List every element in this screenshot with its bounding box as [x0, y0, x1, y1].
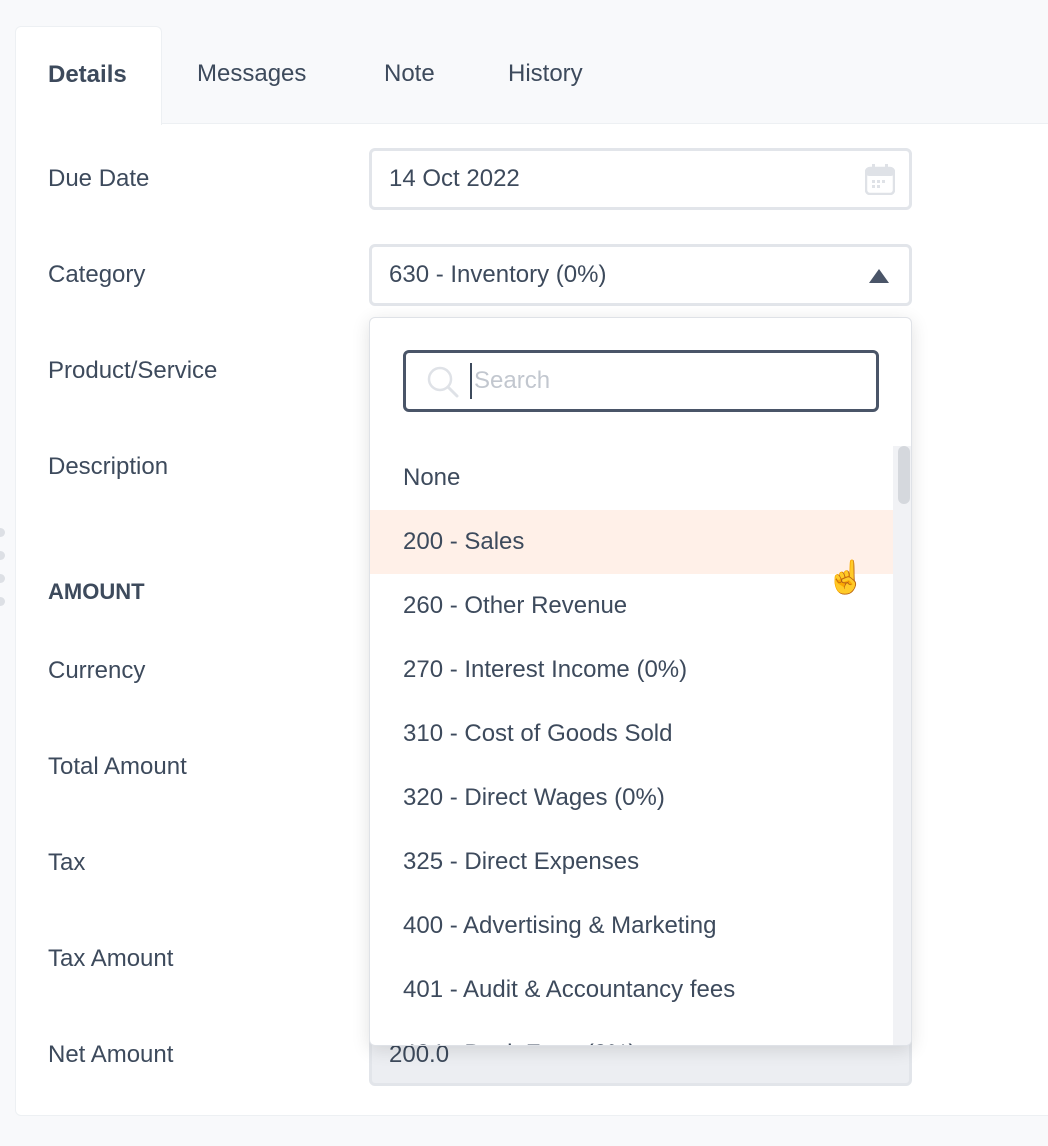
category-label: Category [48, 261, 146, 288]
options-list: None 200 - Sales 260 - Other Revenue 270… [370, 446, 894, 1045]
search-box[interactable] [403, 350, 879, 412]
total-amount-label: Total Amount [48, 753, 187, 780]
category-dropdown: None 200 - Sales 260 - Other Revenue 270… [369, 317, 912, 1046]
tab-bar: Details Messages Note History [15, 26, 1048, 125]
tab-note[interactable]: Note [384, 26, 435, 124]
category-value: 630 - Inventory (0%) [389, 261, 607, 288]
caret-up-icon [869, 269, 889, 283]
option-260[interactable]: 260 - Other Revenue [370, 574, 894, 638]
option-270[interactable]: 270 - Interest Income (0%) [370, 638, 894, 702]
option-none[interactable]: None [370, 446, 894, 510]
tab-details[interactable]: Details [15, 26, 162, 125]
description-label: Description [48, 453, 169, 480]
search-icon [427, 366, 459, 398]
tab-history[interactable]: History [508, 26, 583, 124]
option-400[interactable]: 400 - Advertising & Marketing [370, 894, 894, 958]
option-404[interactable]: 404 - Bank Fees (0%) [370, 1022, 894, 1045]
search-input[interactable] [470, 363, 850, 399]
option-320[interactable]: 320 - Direct Wages (0%) [370, 766, 894, 830]
due-date-value: 14 Oct 2022 [389, 165, 520, 192]
amount-section-heading: AMOUNT [48, 579, 145, 604]
scrollbar-thumb[interactable] [898, 446, 910, 504]
option-325[interactable]: 325 - Direct Expenses [370, 830, 894, 894]
drag-handle[interactable] [0, 528, 5, 620]
net-amount-label: Net Amount [48, 1041, 174, 1068]
calendar-icon[interactable] [865, 163, 895, 195]
tax-label: Tax [48, 849, 86, 876]
due-date-field[interactable]: 14 Oct 2022 [369, 148, 912, 210]
product-service-label: Product/Service [48, 357, 218, 384]
option-401[interactable]: 401 - Audit & Accountancy fees [370, 958, 894, 1022]
tax-amount-label: Tax Amount [48, 945, 174, 972]
currency-label: Currency [48, 657, 146, 684]
due-date-label: Due Date [48, 165, 150, 192]
category-select[interactable]: 630 - Inventory (0%) [369, 244, 912, 306]
tab-messages[interactable]: Messages [197, 26, 306, 124]
option-310[interactable]: 310 - Cost of Goods Sold [370, 702, 894, 766]
pointer-hand-cursor-icon: ☝ [826, 559, 866, 595]
scrollbar[interactable] [893, 446, 911, 1045]
option-200-sales[interactable]: 200 - Sales [370, 510, 894, 574]
